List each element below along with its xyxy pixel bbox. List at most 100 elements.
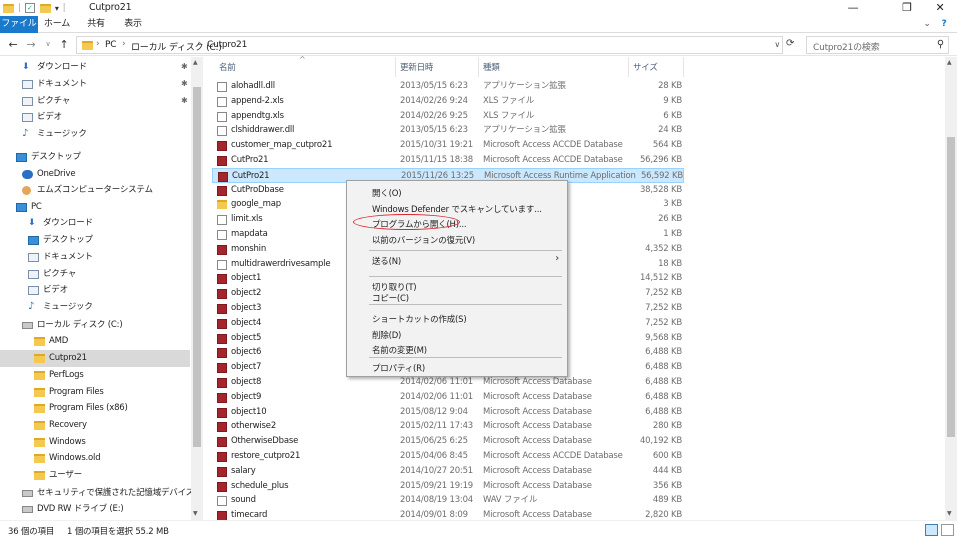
file-row[interactable]: otherwise2 2015/02/11 17:43 Microsoft Acce… bbox=[212, 419, 684, 434]
file-row[interactable]: object8 2014/02/06 11:01 Microsoft Access … bbox=[212, 375, 684, 390]
column-date[interactable]: 更新日時 bbox=[400, 61, 433, 73]
ribbon-expand-icon[interactable]: ⌄ bbox=[920, 16, 934, 33]
nav-item[interactable]: AMD bbox=[0, 333, 190, 350]
back-arrow-icon[interactable]: ← bbox=[6, 38, 20, 51]
maximize-button[interactable]: ❐ bbox=[890, 0, 924, 16]
context-menu-item[interactable]: コピー(C) bbox=[372, 292, 409, 304]
recent-dropdown-icon[interactable]: ∨ bbox=[41, 40, 55, 48]
file-row[interactable]: alohadll.dll 2013/05/15 6:23 アプリケーション拡張 28 … bbox=[212, 79, 684, 94]
column-name[interactable]: 名前 bbox=[219, 61, 236, 73]
tab-home[interactable]: ホーム bbox=[40, 16, 74, 33]
details-view-icon[interactable] bbox=[925, 524, 938, 536]
file-row[interactable]: clshiddrawer.dll 2013/05/15 6:23 アプリケーション拡… bbox=[212, 123, 684, 138]
properties-check-icon[interactable]: ✓ bbox=[24, 3, 35, 13]
file-date: 2014/10/27 20:51 bbox=[400, 465, 473, 476]
nav-item[interactable]: ♪ ミュージック bbox=[0, 126, 190, 143]
breadcrumb-cutpro21[interactable]: Cutpro21 bbox=[207, 40, 247, 50]
pin-icon[interactable]: ✱ bbox=[181, 93, 188, 109]
nav-item[interactable]: ドキュメント ✱ bbox=[0, 76, 190, 93]
forward-arrow-icon[interactable]: → bbox=[24, 38, 38, 51]
nav-item[interactable]: PerfLogs bbox=[0, 367, 190, 384]
nav-item[interactable]: PC bbox=[0, 199, 190, 216]
tab-view[interactable]: 表示 bbox=[118, 16, 148, 33]
context-menu-item[interactable]: 送る(N) bbox=[372, 255, 401, 267]
nav-item[interactable]: ユーザー bbox=[0, 467, 190, 484]
file-row[interactable]: object10 2015/08/12 9:04 Microsoft Access … bbox=[212, 405, 684, 420]
scroll-up-icon[interactable]: ▲ bbox=[947, 59, 952, 66]
search-icon: ⚲ bbox=[936, 39, 944, 50]
address-bar[interactable]: › PC › ローカル ディスク (C:) › Cutpro21 ∨ bbox=[76, 36, 783, 54]
close-button[interactable]: ✕ bbox=[923, 0, 957, 16]
column-type[interactable]: 種類 bbox=[483, 61, 500, 73]
nav-item[interactable]: Program Files (x86) bbox=[0, 400, 190, 417]
nav-item[interactable]: デスクトップ bbox=[0, 232, 190, 249]
picture-icon bbox=[28, 270, 39, 279]
nav-item[interactable]: デスクトップ bbox=[0, 149, 190, 166]
file-row[interactable]: append-2.xls 2014/02/26 9:24 XLS ファイル 9 KB bbox=[212, 94, 684, 109]
context-menu-item[interactable]: 削除(D) bbox=[372, 329, 401, 341]
nav-item[interactable]: ⬇ ダウンロード ✱ bbox=[0, 59, 190, 76]
nav-item-label: Windows.old bbox=[49, 453, 101, 463]
nav-item[interactable]: Windows bbox=[0, 434, 190, 451]
nav-scrollbar[interactable]: ▲ ▼ bbox=[191, 57, 203, 520]
context-menu-item[interactable]: プロパティ(R) bbox=[372, 362, 425, 374]
nav-item[interactable]: Windows.old bbox=[0, 450, 190, 467]
nav-item[interactable]: ピクチャ ✱ bbox=[0, 93, 190, 110]
file-row[interactable]: customer_map_cutpro21 2015/10/31 19:21 Mic… bbox=[212, 138, 684, 153]
nav-item[interactable]: ♪ ミュージック bbox=[0, 299, 190, 316]
pin-icon[interactable]: ✱ bbox=[181, 76, 188, 92]
file-row[interactable]: OtherwiseDbase 2015/06/25 6:25 Microsoft A… bbox=[212, 434, 684, 449]
file-row[interactable]: salary 2014/10/27 20:51 Microsoft Access D… bbox=[212, 464, 684, 479]
file-row[interactable]: restore_cutpro21 2015/04/06 8:45 Microsoft… bbox=[212, 449, 684, 464]
nav-item[interactable]: ピクチャ bbox=[0, 266, 190, 283]
up-arrow-icon[interactable]: ↑ bbox=[57, 38, 71, 51]
nav-item-label: OneDrive bbox=[37, 169, 76, 179]
help-icon[interactable]: ? bbox=[936, 16, 952, 33]
nav-item[interactable]: DVD RW ドライブ (E:) bbox=[0, 501, 190, 518]
file-name: object10 bbox=[231, 406, 267, 417]
new-folder-icon[interactable] bbox=[39, 3, 51, 13]
nav-item[interactable]: OneDrive bbox=[0, 166, 190, 183]
file-name: object2 bbox=[231, 288, 262, 299]
file-row[interactable]: schedule_plus 2015/09/21 19:19 Microsoft A… bbox=[212, 479, 684, 494]
nav-item[interactable]: ドキュメント bbox=[0, 249, 190, 266]
nav-item[interactable]: ビデオ bbox=[0, 109, 190, 126]
nav-item[interactable]: Program Files bbox=[0, 384, 190, 401]
address-dropdown-icon[interactable]: ∨ bbox=[774, 40, 780, 49]
nav-item[interactable]: ビデオ bbox=[0, 282, 190, 299]
file-row[interactable]: sound 2014/08/19 13:04 WAV ファイル 489 KB bbox=[212, 493, 684, 508]
nav-scroll-thumb[interactable] bbox=[193, 87, 201, 447]
context-menu-item[interactable]: 開く(O) bbox=[372, 187, 402, 199]
list-scroll-thumb[interactable] bbox=[947, 137, 955, 437]
tab-file[interactable]: ファイル bbox=[0, 16, 38, 33]
file-row[interactable]: CutPro21 2015/11/15 18:38 Microsoft Access… bbox=[212, 153, 684, 168]
file-name: CutPro21 bbox=[231, 155, 269, 165]
nav-item[interactable]: ⬇ ダウンロード bbox=[0, 215, 190, 232]
nav-item[interactable]: エムズコンピューターシステム bbox=[0, 182, 190, 199]
refresh-icon[interactable]: ⟳ bbox=[786, 38, 800, 49]
context-menu-item[interactable]: 以前のバージョンの復元(V) bbox=[372, 234, 475, 246]
breadcrumb-pc[interactable]: PC bbox=[105, 40, 117, 50]
context-menu-item[interactable]: 名前の変更(M) bbox=[372, 344, 427, 356]
column-size[interactable]: サイズ bbox=[633, 61, 658, 73]
context-menu-item[interactable]: ショートカットの作成(S) bbox=[372, 313, 467, 325]
file-row[interactable]: object9 2014/02/06 11:01 Microsoft Access … bbox=[212, 390, 684, 405]
nav-item[interactable]: セキュリティで保護された記憶域デバイス (D:) bbox=[0, 485, 203, 502]
nav-item[interactable]: Cutpro21 bbox=[0, 350, 190, 367]
minimize-button[interactable]: — bbox=[836, 0, 870, 16]
scroll-up-icon[interactable]: ▲ bbox=[193, 59, 198, 66]
nav-item[interactable]: Recovery bbox=[0, 417, 190, 434]
pin-icon[interactable]: ✱ bbox=[181, 59, 188, 75]
qat-dropdown-icon[interactable]: ▾ bbox=[55, 4, 59, 13]
scroll-down-icon[interactable]: ▼ bbox=[193, 510, 198, 517]
search-box[interactable]: Cutpro21の検索 ⚲ bbox=[806, 36, 949, 54]
file-row[interactable]: appendtg.xls 2014/02/26 9:25 XLS ファイル 6 KB bbox=[212, 109, 684, 124]
tab-share[interactable]: 共有 bbox=[80, 16, 112, 33]
scroll-down-icon[interactable]: ▼ bbox=[947, 510, 952, 517]
file-icon bbox=[217, 96, 227, 107]
large-icons-view-icon[interactable] bbox=[941, 524, 954, 536]
nav-item[interactable]: ローカル ディスク (C:) bbox=[0, 317, 190, 334]
nav-item-label: ドキュメント bbox=[43, 252, 93, 262]
list-scrollbar[interactable]: ▲ ▼ bbox=[945, 57, 957, 520]
file-size: 6,488 KB bbox=[645, 362, 682, 373]
